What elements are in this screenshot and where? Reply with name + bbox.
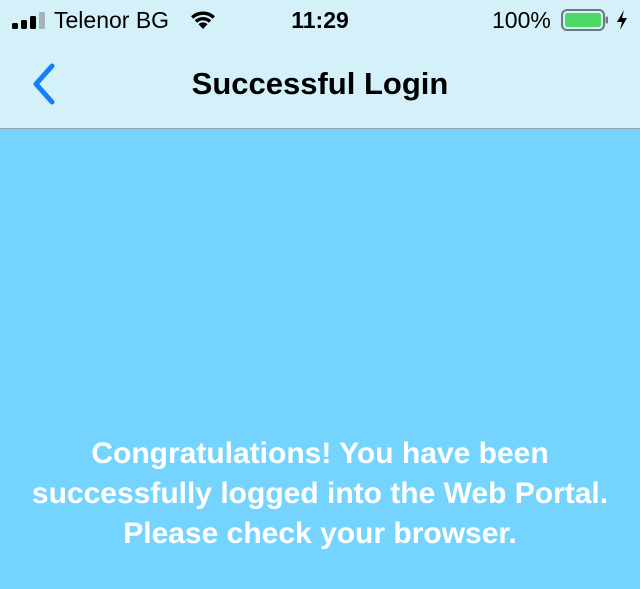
page-title: Successful Login [191, 66, 449, 101]
signal-icon [12, 12, 45, 29]
screen: Telenor BG 11:29 100% Successful Login C… [0, 0, 640, 589]
battery-percent: 100% [492, 7, 551, 33]
wifi-icon [191, 11, 215, 29]
carrier-name: Telenor BG [54, 7, 170, 33]
top-bar: Telenor BG 11:29 100% Successful Login [0, 0, 640, 129]
back-button[interactable] [22, 58, 72, 110]
battery-icon [561, 9, 608, 31]
success-message: Congratulations! You have been successfu… [31, 437, 609, 550]
charging-icon [617, 10, 627, 30]
chevron-left-icon [33, 63, 55, 105]
status-bar: Telenor BG 11:29 100% [0, 0, 640, 40]
